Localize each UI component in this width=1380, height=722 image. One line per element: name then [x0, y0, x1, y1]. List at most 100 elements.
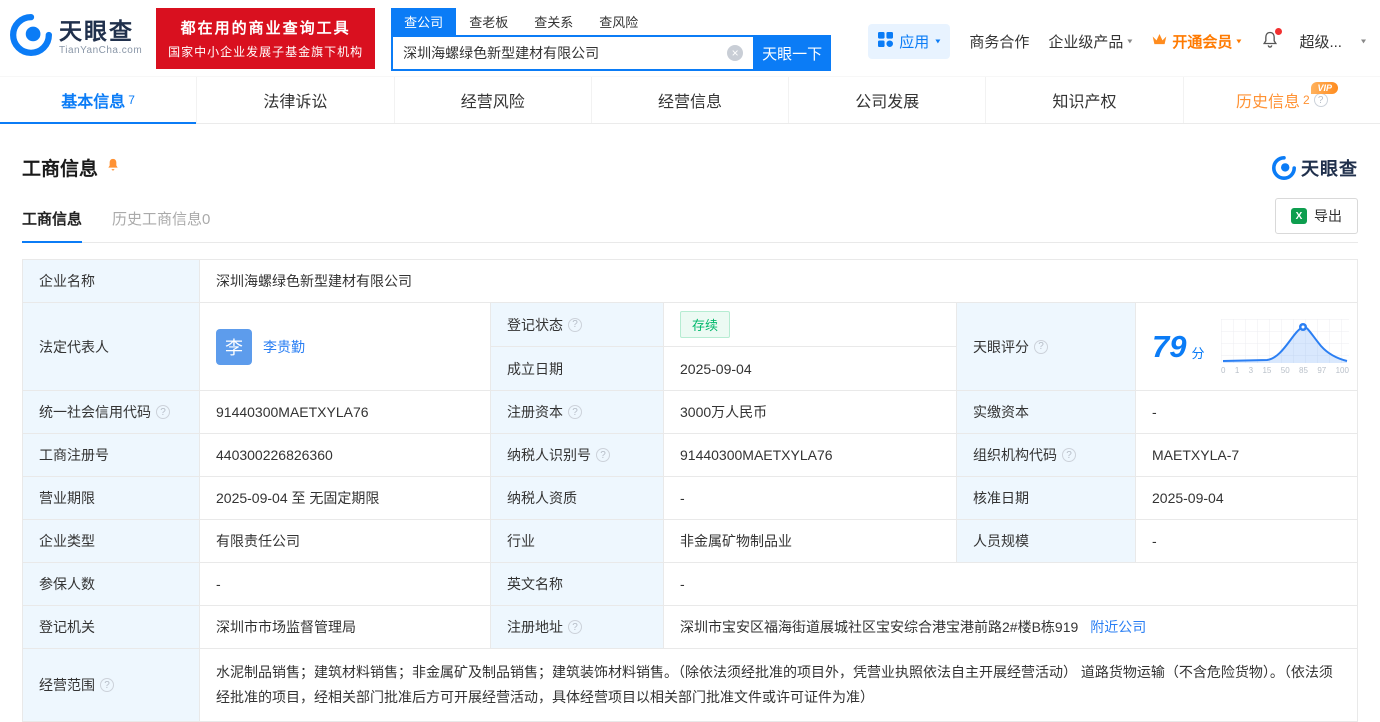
tab-label: 公司发展	[855, 94, 920, 111]
chevron-down-icon	[1236, 37, 1241, 46]
business-scope-value: 水泥制品销售；建筑材料销售；非金属矿及制品销售；建筑装饰材料销售。（除依法须经批…	[200, 649, 1357, 722]
section-title: 工商信息	[22, 159, 99, 180]
tab-legal[interactable]: 法律诉讼	[196, 77, 393, 123]
excel-icon	[1291, 208, 1307, 224]
reg-address-value: 深圳市宝安区福海街道展城社区宝安综合港宝港前路2#楼B栋919 附近公司	[664, 606, 1357, 648]
search-tab-company[interactable]: 查公司	[391, 8, 457, 35]
approval-date-value: 2025-09-04	[1136, 477, 1357, 519]
subtab-history-business-info[interactable]: 历史工商信息0	[112, 208, 210, 242]
apps-menu[interactable]: 应用	[868, 24, 951, 59]
nav-cooperation[interactable]: 商务合作	[969, 31, 1029, 52]
subtab-business-info[interactable]: 工商信息	[22, 208, 83, 243]
header-nav: 应用 商务合作 企业级产品 开通会员 超级...	[868, 24, 1366, 59]
notification-dot	[1275, 27, 1283, 35]
tab-basic-info[interactable]: 基本信息 7	[0, 77, 197, 124]
chevron-down-icon	[935, 37, 940, 46]
status-badge: 存续	[680, 311, 731, 338]
insured-count-label: 参保人数	[23, 563, 199, 605]
vip-label: 开通会员	[1172, 34, 1233, 51]
legal-rep-link[interactable]: 李贵勤	[263, 337, 305, 357]
promo-line2: 国家中小企业发展子基金旗下机构	[168, 45, 364, 59]
help-icon[interactable]	[568, 620, 582, 634]
tab-label: 基本信息	[61, 94, 126, 111]
reg-number-value: 440300226826360	[200, 434, 490, 476]
detail-tabbar: 基本信息 7 法律诉讼 经营风险 经营信息 公司发展 知识产权 VIP 历史信息 2	[0, 76, 1380, 124]
chevron-down-icon	[1127, 37, 1132, 46]
tab-company-development[interactable]: 公司发展	[788, 77, 985, 123]
chevron-down-icon[interactable]	[1361, 37, 1366, 46]
reg-status-value: 存续	[664, 303, 956, 346]
business-scope-label: 经营范围	[23, 649, 199, 722]
org-code-label: 组织机构代码	[957, 434, 1135, 476]
nav-vip[interactable]: 开通会员	[1151, 31, 1241, 52]
search-tab-risk[interactable]: 查风险	[586, 8, 651, 35]
help-icon[interactable]	[568, 317, 582, 332]
help-icon[interactable]	[568, 405, 582, 419]
company-name-label: 企业名称	[23, 260, 199, 302]
paid-capital-label: 实缴资本	[957, 391, 1135, 433]
establish-date-value: 2025-09-04	[664, 347, 956, 390]
help-icon[interactable]	[1313, 93, 1328, 107]
credit-code-label: 统一社会信用代码	[23, 391, 199, 433]
legal-rep-value: 李 李贵勤	[200, 303, 490, 390]
enterprise-label: 企业级产品	[1048, 34, 1124, 51]
company-type-label: 企业类型	[23, 520, 199, 562]
promo-line1: 都在用的商业查询工具	[180, 20, 351, 37]
company-name-value: 深圳海螺绿色新型建材有限公司	[200, 260, 1357, 302]
tab-badge: 2	[1302, 93, 1310, 107]
tab-label: 经营信息	[657, 94, 722, 111]
tab-label: 经营风险	[460, 94, 525, 111]
tab-badge: 7	[128, 93, 135, 107]
search-button[interactable]: 天眼一下	[753, 35, 832, 71]
score-axis: 0 1 3 15 50 85 97 100	[1221, 365, 1349, 375]
watermark-logo: 天眼查	[1272, 155, 1358, 181]
tianyancha-logo[interactable]: 天眼查 TianYanCha.com	[10, 13, 143, 61]
export-button[interactable]: 导出	[1275, 198, 1358, 234]
tab-operation-risk[interactable]: 经营风险	[393, 77, 591, 123]
tab-label: 知识产权	[1052, 94, 1117, 111]
score-number: 79	[1152, 328, 1187, 364]
help-icon[interactable]	[156, 405, 170, 419]
crown-icon	[1151, 32, 1168, 51]
logo-domain: TianYanCha.com	[59, 44, 143, 56]
industry-value: 非金属矿物制品业	[664, 520, 956, 562]
help-icon[interactable]	[596, 448, 610, 462]
reg-number-label: 工商注册号	[23, 434, 199, 476]
staff-size-label: 人员规模	[957, 520, 1135, 562]
tab-intellectual-property[interactable]: 知识产权	[985, 77, 1182, 123]
taxpayer-quality-label: 纳税人资质	[491, 477, 663, 519]
establish-date-label: 成立日期	[491, 347, 663, 390]
watermark-text: 天眼查	[1301, 158, 1358, 179]
staff-size-value: -	[1136, 520, 1357, 562]
approval-date-label: 核准日期	[957, 477, 1135, 519]
score-value: 79 分 0 1 3 15 50 85 97 100	[1136, 303, 1357, 390]
address-text: 深圳市宝安区福海街道展城社区宝安综合港宝港前路2#楼B栋919	[680, 619, 1079, 635]
user-name[interactable]: 超级...	[1299, 31, 1342, 52]
search-tab-relation[interactable]: 查关系	[521, 8, 586, 35]
alert-bell-icon[interactable]	[105, 157, 121, 179]
company-type-value: 有限责任公司	[200, 520, 490, 562]
help-icon[interactable]	[100, 678, 114, 693]
reg-capital-value: 3000万人民币	[664, 391, 956, 433]
reg-authority-value: 深圳市市场监督管理局	[200, 606, 490, 648]
export-label: 导出	[1314, 208, 1342, 224]
tab-operation-info[interactable]: 经营信息	[590, 77, 788, 123]
notification-bell[interactable]	[1260, 27, 1283, 54]
nearby-companies-link[interactable]: 附近公司	[1090, 617, 1146, 637]
help-icon[interactable]	[1062, 448, 1076, 462]
taxpayer-quality-value: -	[664, 477, 956, 519]
insured-count-value: -	[200, 563, 490, 605]
watermark-logo-icon	[1272, 155, 1296, 180]
promo-banner: 都在用的商业查询工具 国家中小企业发展子基金旗下机构	[156, 8, 376, 69]
search-tab-boss[interactable]: 查老板	[456, 8, 521, 35]
business-info-table: 企业名称 深圳海螺绿色新型建材有限公司 法定代表人 李 李贵勤 登记状态 存续 …	[22, 259, 1358, 722]
help-icon[interactable]	[1034, 339, 1048, 354]
nav-enterprise[interactable]: 企业级产品	[1048, 31, 1132, 52]
tab-history-info[interactable]: VIP 历史信息 2	[1182, 77, 1380, 123]
search-input[interactable]	[391, 35, 754, 71]
legal-rep-avatar[interactable]: 李	[216, 328, 252, 365]
business-term-value: 2025-09-04 至 无固定期限	[200, 477, 490, 519]
english-name-label: 英文名称	[491, 563, 663, 605]
main-content: 工商信息 天眼查 工商信息 历史工商信息0 导出 企业名称 深圳海螺绿色新型建材…	[0, 154, 1380, 722]
reg-authority-label: 登记机关	[23, 606, 199, 648]
